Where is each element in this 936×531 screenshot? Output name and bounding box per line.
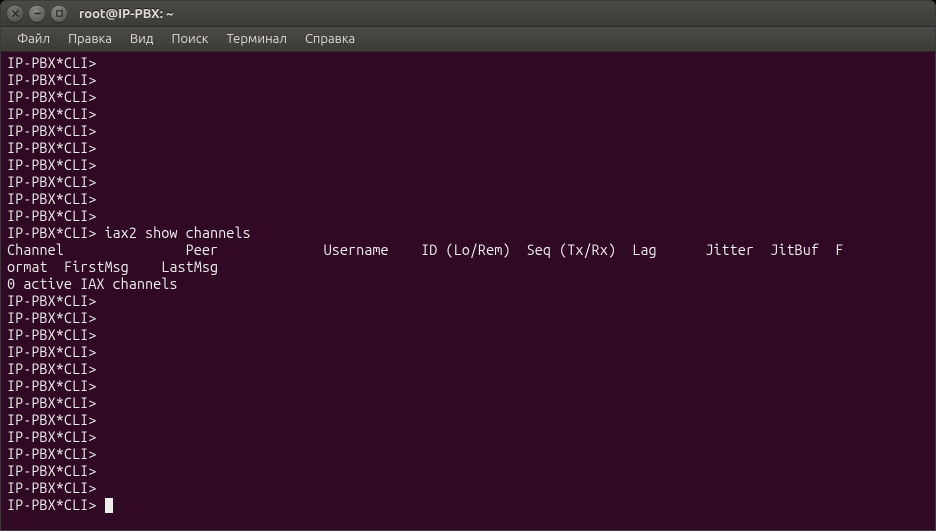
terminal-output[interactable]: IP-PBX*CLI> IP-PBX*CLI> IP-PBX*CLI> IP-P…	[1, 52, 935, 530]
cursor	[105, 498, 113, 513]
menu-help[interactable]: Справка	[297, 29, 363, 49]
titlebar[interactable]: root@IP-PBX: ~	[1, 1, 935, 27]
menu-search[interactable]: Поиск	[163, 29, 216, 49]
terminal-window: root@IP-PBX: ~ Файл Правка Вид Поиск Тер…	[0, 0, 936, 531]
menubar: Файл Правка Вид Поиск Терминал Справка	[1, 27, 935, 52]
menu-edit[interactable]: Правка	[60, 29, 120, 49]
window-title: root@IP-PBX: ~	[79, 7, 173, 21]
minimize-icon[interactable]	[29, 6, 45, 22]
close-icon[interactable]	[7, 6, 23, 22]
menu-terminal[interactable]: Терминал	[218, 29, 294, 49]
maximize-icon[interactable]	[51, 6, 67, 22]
menu-file[interactable]: Файл	[9, 29, 58, 49]
menu-view[interactable]: Вид	[122, 29, 162, 49]
